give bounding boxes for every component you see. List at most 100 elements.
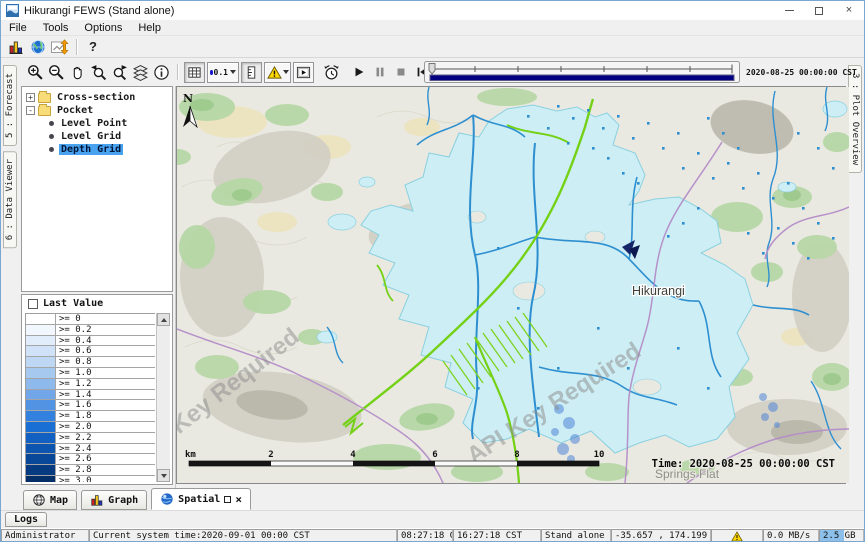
scroll-up-button[interactable]	[157, 313, 170, 326]
legend-class-label: >= 0.6	[56, 346, 155, 357]
svg-text:2: 2	[268, 450, 273, 460]
tree-item-depth-grid[interactable]: Depth Grid	[22, 143, 172, 156]
legend-class-row: >= 2.2	[26, 433, 155, 444]
left-panel: + Cross-section-PocketLevel PointLevel Gr…	[19, 86, 176, 488]
spatial-display-button[interactable]	[49, 37, 71, 57]
menu-file[interactable]: File	[1, 22, 35, 34]
legend-class-label: >= 0.2	[56, 325, 155, 336]
legend-class-label: >= 1.0	[56, 368, 155, 379]
collapse-icon[interactable]: -	[26, 106, 35, 115]
tree-item-label: Cross-section	[55, 92, 137, 103]
menu-bar: FileToolsOptionsHelp	[1, 20, 864, 36]
logs-tab[interactable]: Logs	[5, 512, 47, 527]
tree-item-cross-section[interactable]: + Cross-section	[22, 91, 172, 104]
legend-class-row: >= 2.4	[26, 444, 155, 455]
animation-button[interactable]	[293, 62, 314, 83]
play-icon	[352, 65, 366, 79]
zoom-next-button[interactable]	[109, 62, 130, 83]
legend-color-swatch	[26, 454, 56, 465]
play-button[interactable]	[348, 62, 369, 83]
last-value-checkbox[interactable]	[28, 299, 38, 309]
legend-class-row: >= 2.8	[26, 465, 155, 476]
legend-class-row: >= 2.6	[26, 454, 155, 465]
warning-icon	[267, 65, 282, 80]
tab-close-icon[interactable]: ×	[235, 494, 242, 505]
expand-icon[interactable]: +	[26, 93, 35, 102]
last-value-row[interactable]: Last Value	[22, 295, 172, 312]
close-button[interactable]: ×	[834, 1, 864, 20]
svg-text:N: N	[183, 92, 193, 105]
minimize-icon	[785, 10, 794, 11]
leaf-bullet-icon	[49, 147, 54, 152]
stop-button[interactable]	[390, 62, 411, 83]
legend-color-swatch	[26, 444, 56, 455]
folder-icon	[38, 106, 51, 116]
tab-graph[interactable]: Graph	[81, 490, 147, 510]
class-break-dropdown[interactable]: 0.1	[207, 62, 239, 83]
tab-forecast[interactable]: 5 : Forecast	[3, 65, 17, 146]
spatial-display-icon	[50, 39, 70, 55]
status-user: Administrator	[1, 529, 89, 542]
tab-restore-icon[interactable]	[224, 496, 231, 503]
status-gmt-time: 08:27:18 GMT	[397, 529, 453, 542]
status-warning[interactable]	[711, 529, 763, 542]
layer-tree: + Cross-section-PocketLevel PointLevel Gr…	[21, 86, 173, 292]
explorer-button[interactable]	[5, 37, 27, 57]
thresholds-dropdown[interactable]	[264, 62, 291, 83]
tree-item-label: Level Point	[59, 118, 129, 129]
tree-item-label: Depth Grid	[59, 144, 123, 155]
time-slider[interactable]	[424, 58, 740, 86]
adjust-time-button[interactable]	[321, 62, 342, 83]
menu-help[interactable]: Help	[130, 22, 169, 34]
map-view[interactable]: API Key Required API Key Required Hikura…	[176, 86, 846, 484]
main-toolbar: ?	[1, 36, 864, 58]
legend-scrollbar[interactable]	[156, 313, 170, 482]
pause-button[interactable]	[369, 62, 390, 83]
legend-class-row: >= 1.0	[26, 368, 155, 379]
warning-icon	[731, 531, 743, 542]
application-window: Hikurangi FEWS (Stand alone) × FileTools…	[0, 0, 865, 542]
window-title: Hikurangi FEWS (Stand alone)	[24, 5, 174, 17]
tree-item-pocket[interactable]: -Pocket	[22, 104, 172, 117]
map-display-button[interactable]	[27, 37, 49, 57]
zoom-out-button[interactable]	[46, 62, 67, 83]
legend-class-label: >= 2.0	[56, 422, 155, 433]
status-bar: Administrator Current system time:2020-0…	[1, 528, 864, 542]
tab-map-label: Map	[50, 495, 68, 506]
zoom-previous-button[interactable]	[88, 62, 109, 83]
help-button[interactable]: ?	[82, 37, 104, 57]
logs-row: Logs	[1, 510, 864, 528]
legend-class-label: >= 2.4	[56, 444, 155, 455]
info-button[interactable]	[151, 62, 172, 83]
menu-tools[interactable]: Tools	[35, 22, 77, 34]
grid-toggle-button[interactable]	[184, 62, 205, 83]
legend-color-swatch	[26, 325, 56, 336]
legend-class-label: >= 0.8	[56, 357, 155, 368]
pan-button[interactable]	[67, 62, 88, 83]
zoom-in-button[interactable]	[25, 62, 46, 83]
tab-spatial-label: Spatial	[178, 494, 220, 505]
legend-class-row: >= 0.4	[26, 336, 155, 347]
svg-text:8: 8	[514, 450, 519, 460]
tab-map[interactable]: Map	[23, 490, 77, 510]
main-area: 5 : Forecast 6 : Data Viewer 3 : Plot Ov…	[1, 58, 864, 488]
tab-spatial[interactable]: Spatial ×	[151, 488, 251, 510]
scroll-down-button[interactable]	[157, 469, 170, 482]
maximize-button[interactable]	[804, 1, 834, 20]
tab-data-viewer[interactable]: 6 : Data Viewer	[3, 151, 17, 248]
tree-item-level-grid[interactable]: Level Grid	[22, 130, 172, 143]
legend-class-row: >= 0	[26, 314, 155, 325]
minimize-button[interactable]	[774, 1, 804, 20]
legend-class-label: >= 3.0	[56, 476, 155, 482]
tree-item-level-point[interactable]: Level Point	[22, 117, 172, 130]
triangle-down-icon	[161, 474, 167, 478]
menu-options[interactable]: Options	[76, 22, 130, 34]
svg-text:4: 4	[350, 450, 356, 460]
layers-button[interactable]	[130, 62, 151, 83]
close-icon: ×	[846, 5, 852, 16]
scale-bar-toggle-button[interactable]	[241, 62, 262, 83]
legend-class-row: >= 0.6	[26, 346, 155, 357]
legend-color-swatch	[26, 476, 56, 482]
class-break-dot-icon	[210, 70, 213, 75]
center-area: 0.1	[19, 58, 846, 488]
